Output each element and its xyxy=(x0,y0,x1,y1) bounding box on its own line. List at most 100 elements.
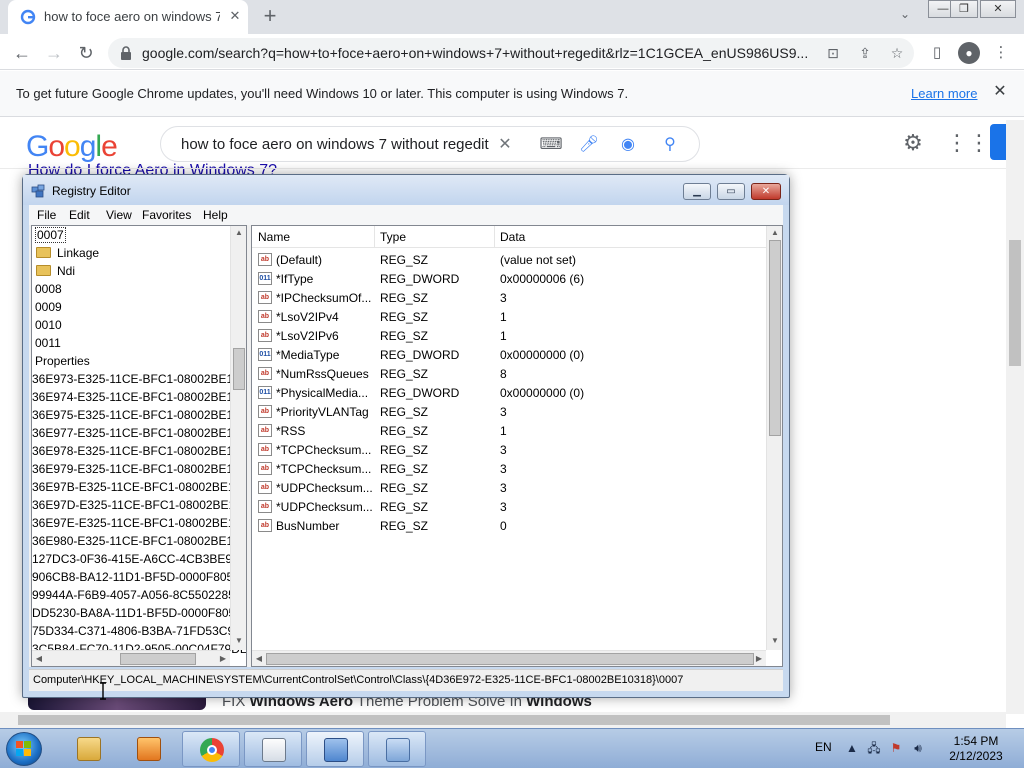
regedit-maximize-button[interactable]: ▭ xyxy=(717,183,745,200)
apps-grid-icon[interactable]: ⋮⋮ xyxy=(946,130,990,156)
tree-item[interactable]: Properties xyxy=(35,354,90,372)
restore-button[interactable]: ❐ xyxy=(950,0,978,18)
tree-item[interactable]: 0007 xyxy=(35,227,66,246)
regedit-titlebar[interactable]: Registry Editor ▁ ▭ ✕ xyxy=(23,175,789,205)
network-icon[interactable]: 🖧︎ xyxy=(866,740,882,756)
back-arrow-icon[interactable]: ← xyxy=(10,41,34,65)
values-vertical-scrollbar[interactable]: ▲ ▼ xyxy=(766,226,782,650)
taskbar-media-player[interactable] xyxy=(120,731,178,767)
tree-item[interactable]: 36E978-E325-11CE-BFC1-08002BE103 xyxy=(32,444,246,462)
menu-favorites[interactable]: Favorites xyxy=(142,208,191,222)
start-button[interactable] xyxy=(6,732,42,766)
menu-view[interactable]: View xyxy=(106,208,132,222)
registry-value-row[interactable]: 011 *IfType REG_DWORD 0x00000006 (6) xyxy=(252,269,766,288)
scroll-right-arrow-icon[interactable]: ▶ xyxy=(752,652,766,666)
registry-value-row[interactable]: ab *UDPChecksum... REG_SZ 3 xyxy=(252,478,766,497)
tree-item[interactable]: Linkage xyxy=(36,246,99,264)
tree-item[interactable]: 36E973-E325-11CE-BFC1-08002BE103 xyxy=(32,372,246,390)
column-type[interactable]: Type xyxy=(380,230,406,244)
side-panel-icon[interactable]: ▯ xyxy=(926,42,948,64)
registry-value-row[interactable]: 011 *MediaType REG_DWORD 0x00000000 (0) xyxy=(252,345,766,364)
taskbar-document[interactable] xyxy=(244,731,302,767)
registry-value-row[interactable]: ab *TCPChecksum... REG_SZ 3 xyxy=(252,459,766,478)
tree-hscroll-thumb[interactable] xyxy=(120,653,196,665)
registry-value-row[interactable]: ab (Default) REG_SZ (value not set) xyxy=(252,250,766,269)
page-horizontal-scrollbar[interactable] xyxy=(0,712,1006,728)
registry-values-pane[interactable]: Name Type Data ab (Default) REG_SZ (value n… xyxy=(251,225,783,667)
share-icon[interactable]: ⇪ xyxy=(856,44,874,62)
tree-item[interactable]: 36E97B-E325-11CE-BFC1-08002BE103 xyxy=(32,480,246,498)
menu-file[interactable]: File xyxy=(37,208,56,222)
column-name[interactable]: Name xyxy=(258,230,290,244)
taskbar-network-tool[interactable] xyxy=(368,731,426,767)
tree-item[interactable]: 36E975-E325-11CE-BFC1-08002BE103 xyxy=(32,408,246,426)
translate-icon[interactable]: ⊡ xyxy=(824,44,842,62)
clear-search-icon[interactable]: ✕ xyxy=(493,133,517,157)
tree-item[interactable]: 36E97E-E325-11CE-BFC1-08002BE103 xyxy=(32,516,246,534)
registry-value-row[interactable]: ab *LsoV2IPv4 REG_SZ 1 xyxy=(252,307,766,326)
show-hidden-icons-icon[interactable]: ▲ xyxy=(844,740,860,756)
tree-item[interactable]: 75D334-C371-4806-B3BA-71FD53C925 xyxy=(32,624,246,642)
menu-edit[interactable]: Edit xyxy=(69,208,90,222)
tree-item[interactable]: 36E980-E325-11CE-BFC1-08002BE103 xyxy=(32,534,246,552)
taskbar-explorer[interactable] xyxy=(60,731,118,767)
settings-gear-icon[interactable]: ⚙ xyxy=(900,130,926,156)
close-tab-icon[interactable]: ✕ xyxy=(226,7,244,25)
registry-value-row[interactable]: 011 *PhysicalMedia... REG_DWORD 0x00000000 … xyxy=(252,383,766,402)
menu-help[interactable]: Help xyxy=(203,208,228,222)
registry-value-row[interactable]: ab *NumRssQueues REG_SZ 8 xyxy=(252,364,766,383)
tree-item[interactable]: 0010 xyxy=(35,318,62,336)
page-hscroll-thumb[interactable] xyxy=(18,715,890,725)
page-scroll-thumb[interactable] xyxy=(1009,240,1021,366)
scroll-up-arrow-icon[interactable]: ▲ xyxy=(232,226,246,240)
taskbar-clock[interactable]: 1:54 PM 2/12/2023 xyxy=(940,734,1012,764)
learn-more-link[interactable]: Learn more xyxy=(911,86,977,101)
taskbar-regedit[interactable] xyxy=(306,731,364,767)
registry-tree-pane[interactable]: 0007 Linkage Ndi 0008 0009 0010 0011 Properties… xyxy=(31,225,247,667)
profile-avatar-icon[interactable]: ● xyxy=(958,42,980,64)
language-indicator[interactable]: EN xyxy=(815,740,832,754)
tab-search-icon[interactable]: ⌄ xyxy=(894,7,916,27)
close-window-button[interactable]: ✕ xyxy=(980,0,1016,18)
registry-value-row[interactable]: ab *PriorityVLANTag REG_SZ 3 xyxy=(252,402,766,421)
forward-arrow-icon[interactable]: → xyxy=(42,41,66,65)
volume-icon[interactable]: 🔊︎ xyxy=(910,740,926,756)
scroll-left-arrow-icon[interactable]: ◀ xyxy=(32,652,46,666)
registry-value-row[interactable]: ab *UDPChecksum... REG_SZ 3 xyxy=(252,497,766,516)
action-center-icon[interactable]: ⚑ xyxy=(888,740,904,756)
values-scroll-thumb[interactable] xyxy=(769,240,781,436)
scroll-up-arrow-icon[interactable]: ▲ xyxy=(768,226,782,240)
camera-search-icon[interactable]: ◉ xyxy=(616,133,640,157)
registry-value-row[interactable]: ab *TCPChecksum... REG_SZ 3 xyxy=(252,440,766,459)
tree-item[interactable]: Ndi xyxy=(36,264,75,282)
scroll-down-arrow-icon[interactable]: ▼ xyxy=(768,634,782,648)
values-hscroll-thumb[interactable] xyxy=(266,653,754,665)
scroll-left-arrow-icon[interactable]: ◀ xyxy=(252,652,266,666)
registry-value-row[interactable]: ab BusNumber REG_SZ 0 xyxy=(252,516,766,535)
address-bar[interactable]: google.com/search?q=how+to+foce+aero+on+… xyxy=(108,38,914,68)
search-icon[interactable]: ⚲ xyxy=(658,133,682,157)
tree-scroll-thumb[interactable] xyxy=(233,348,245,390)
google-search-box[interactable]: how to foce aero on windows 7 without re… xyxy=(160,126,700,162)
browser-tab[interactable]: how to foce aero on windows 7 v ✕ xyxy=(8,0,248,34)
bookmark-star-icon[interactable]: ☆ xyxy=(888,44,906,62)
tree-item[interactable]: 99944A-F6B9-4057-A056-8C550228544 xyxy=(32,588,246,606)
tree-vertical-scrollbar[interactable]: ▲ ▼ xyxy=(230,226,246,650)
tree-item[interactable]: 36E977-E325-11CE-BFC1-08002BE103 xyxy=(32,426,246,444)
tree-item[interactable]: 906CB8-BA12-11D1-BF5D-0000F805F5 xyxy=(32,570,246,588)
tree-item[interactable]: 36E97D-E325-11CE-BFC1-08002BE103 xyxy=(32,498,246,516)
tree-item[interactable]: DD5230-BA8A-11D1-BF5D-0000F805F xyxy=(32,606,243,624)
microphone-icon[interactable]: 🎤︎ xyxy=(577,133,601,157)
tree-item[interactable]: 0008 xyxy=(35,282,62,300)
tree-item[interactable]: 36E974-E325-11CE-BFC1-08002BE103 xyxy=(32,390,246,408)
column-data[interactable]: Data xyxy=(500,230,525,244)
google-logo[interactable]: Google xyxy=(26,130,118,164)
scroll-right-arrow-icon[interactable]: ▶ xyxy=(216,652,230,666)
new-tab-button[interactable]: + xyxy=(258,4,282,28)
tree-item[interactable]: 127DC3-0F36-415E-A6CC-4CB3BE910 xyxy=(32,552,245,570)
chrome-menu-icon[interactable]: ⋮ xyxy=(990,42,1012,64)
scroll-down-arrow-icon[interactable]: ▼ xyxy=(232,634,246,648)
keyboard-icon[interactable]: ⌨ xyxy=(539,133,563,157)
close-infobar-icon[interactable]: ✕ xyxy=(990,82,1010,102)
values-horizontal-scrollbar[interactable]: ◀ ▶ xyxy=(252,650,766,666)
